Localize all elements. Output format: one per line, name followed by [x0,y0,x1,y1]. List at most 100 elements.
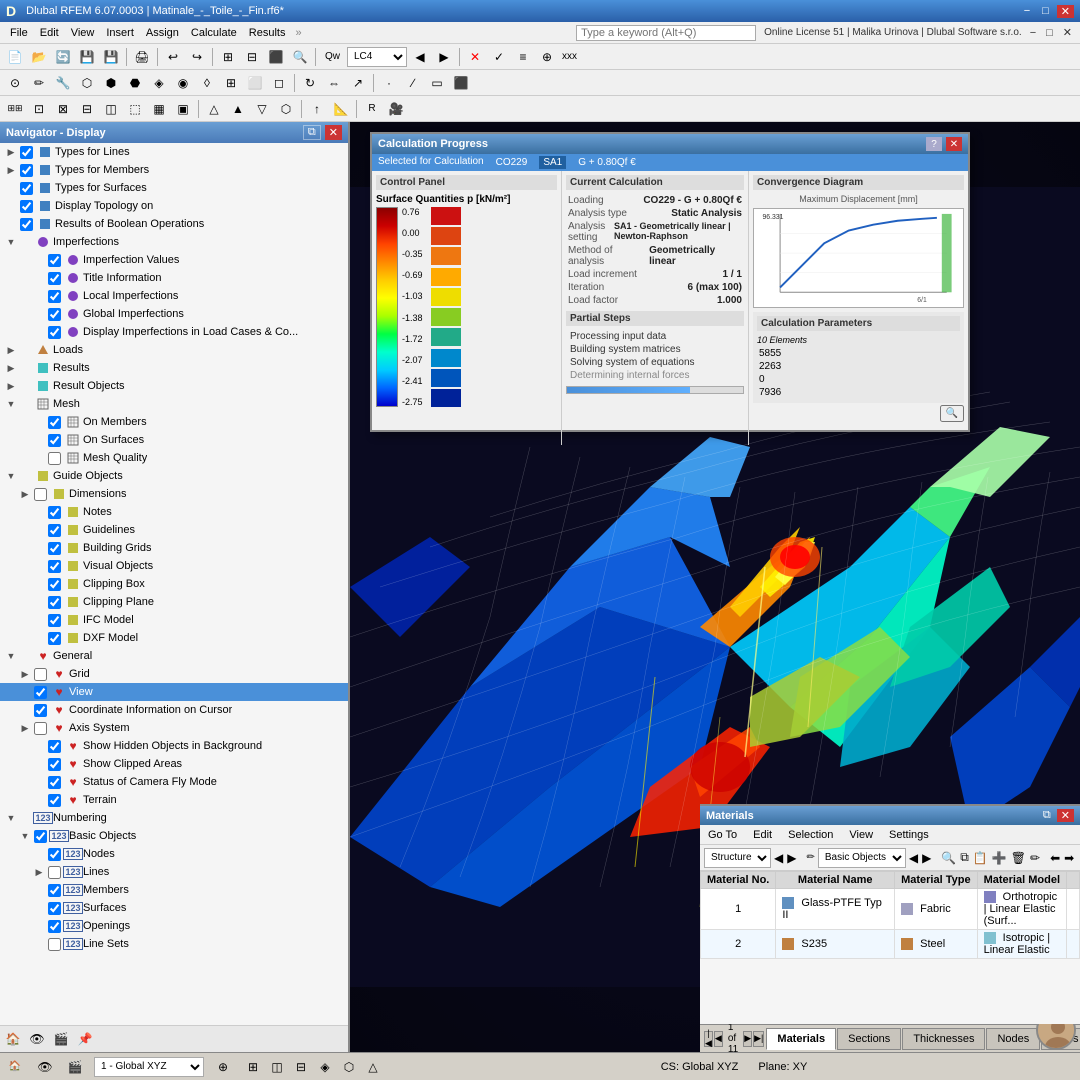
tree-checkbox-4[interactable] [20,218,33,231]
tree-toggle-3[interactable] [4,199,18,213]
tree-toggle-15[interactable] [32,415,46,429]
tree-toggle-8[interactable] [32,289,46,303]
tree-toggle-32[interactable]: ▶ [18,721,32,735]
mat-restore-btn[interactable]: ⧉ [1039,809,1055,822]
tree-checkbox-22[interactable] [48,542,61,555]
tree-toggle-10[interactable] [32,325,46,339]
tb2-4[interactable]: ⬡ [76,72,98,94]
st-btn-5[interactable]: ⬡ [338,1056,360,1078]
tb2-line[interactable]: ∕ [402,72,424,94]
mat-paste-btn[interactable]: 📋 [972,847,989,869]
tb-ext[interactable]: ⊕ [536,46,558,68]
tb3-10[interactable]: ▲ [227,98,249,120]
calc-close-btn[interactable]: ✕ [946,137,962,151]
tree-toggle-41[interactable] [32,883,46,897]
tb3-cam[interactable]: 🎥 [385,98,407,120]
tree-checkbox-1[interactable] [20,164,33,177]
mat-del-btn[interactable]: 🗑 [1010,847,1027,869]
tb3-9[interactable]: △ [203,98,225,120]
tree-toggle-1[interactable]: ▶ [4,163,18,177]
tree-item-26[interactable]: IFC Model [0,611,348,629]
tree-checkbox-23[interactable] [48,560,61,573]
tab-nav-last[interactable]: ▶| [753,1031,764,1047]
tree-item-9[interactable]: Global Imperfections [0,305,348,323]
tb-more[interactable]: ≡ [512,46,534,68]
tree-toggle-14[interactable]: ▼ [4,397,18,411]
tb3-2[interactable]: ⊡ [28,98,50,120]
tb-reload[interactable]: 🔄 [52,46,74,68]
st-btn-3[interactable]: ⊟ [290,1056,312,1078]
close-btn[interactable]: ✕ [1057,5,1074,18]
tree-toggle-29[interactable]: ▶ [18,667,32,681]
tb2-scale[interactable]: ↗ [347,72,369,94]
tree-toggle-42[interactable] [32,901,46,915]
tree-item-6[interactable]: Imperfection Values [0,251,348,269]
zoom-btn[interactable]: 🔍 [940,405,964,422]
tree-item-34[interactable]: ♥Show Clipped Areas [0,755,348,773]
structure-select[interactable]: Structure [704,848,771,868]
tree-toggle-13[interactable]: ▶ [4,379,18,393]
tree-checkbox-15[interactable] [48,416,61,429]
tb2-tools[interactable]: 🔧 [52,72,74,94]
tree-item-11[interactable]: ▶Loads [0,341,348,359]
tree-checkbox-17[interactable] [48,452,61,465]
tb-print[interactable]: 🖨 [131,46,153,68]
status-btn-2[interactable]: 👁 [34,1056,56,1078]
tree-item-7[interactable]: Title Information [0,269,348,287]
tab-materials[interactable]: Materials [766,1028,836,1050]
st-btn-4[interactable]: ◈ [314,1056,336,1078]
bo-next-btn[interactable]: ▶ [921,847,932,869]
tree-toggle-38[interactable]: ▼ [18,829,32,843]
tree-checkbox-44[interactable] [48,938,61,951]
tree-checkbox-39[interactable] [48,848,61,861]
tree-checkbox-10[interactable] [48,326,61,339]
menu-assign[interactable]: Assign [140,25,185,41]
tree-item-39[interactable]: 123Nodes [0,845,348,863]
mat-close-btn[interactable]: ✕ [1057,809,1074,822]
tree-item-27[interactable]: DXF Model [0,629,348,647]
nav-bottom-1[interactable]: 🏠 [2,1028,24,1050]
mat-copy-btn[interactable]: ⧉ [959,847,970,869]
tree-checkbox-32[interactable] [34,722,47,735]
tree-checkbox-6[interactable] [48,254,61,267]
tree-toggle-40[interactable]: ▶ [32,865,46,879]
tb2-7[interactable]: ◈ [148,72,170,94]
tree-checkbox-2[interactable] [20,182,33,195]
tb-x-mark[interactable]: ✕ [464,46,486,68]
nav-close-btn[interactable]: ✕ [325,125,342,140]
tree-item-1[interactable]: ▶Types for Members [0,161,348,179]
mat-menu-settings[interactable]: Settings [881,825,937,844]
tree-toggle-20[interactable] [32,505,46,519]
st-btn-1[interactable]: ⊞ [242,1056,264,1078]
tb-grid[interactable]: ⊟ [241,46,263,68]
coord-system-select[interactable]: 1 - Global XYZ [94,1057,204,1077]
tree-toggle-21[interactable] [32,523,46,537]
nav-restore-btn[interactable]: ⧉ [303,125,321,140]
tb3-5[interactable]: ◫ [100,98,122,120]
tree-item-16[interactable]: On Surfaces [0,431,348,449]
tree-toggle-25[interactable] [32,595,46,609]
tree-item-22[interactable]: Building Grids [0,539,348,557]
mat-edit-btn[interactable]: ✏ [1029,847,1041,869]
tree-item-37[interactable]: ▼123Numbering [0,809,348,827]
tree-item-28[interactable]: ▼♥General [0,647,348,665]
tree-toggle-12[interactable]: ▶ [4,361,18,375]
tree-toggle-37[interactable]: ▼ [4,811,18,825]
tb3-4[interactable]: ⊟ [76,98,98,120]
tree-item-33[interactable]: ♥Show Hidden Objects in Background [0,737,348,755]
tab-nodes[interactable]: Nodes [986,1028,1040,1050]
tree-item-20[interactable]: Notes [0,503,348,521]
menu-calculate[interactable]: Calculate [185,25,243,41]
tab-sections[interactable]: Sections [837,1028,901,1050]
tb2-10[interactable]: ⊞ [220,72,242,94]
tb-redo[interactable]: ↪ [186,46,208,68]
tree-item-41[interactable]: 123Members [0,881,348,899]
inner-close-btn[interactable]: ✕ [1059,26,1076,39]
tree-toggle-39[interactable] [32,847,46,861]
st-btn-2[interactable]: ◫ [266,1056,288,1078]
tree-checkbox-33[interactable] [48,740,61,753]
mat-search-btn[interactable]: 🔍 [940,847,957,869]
struct-next-btn[interactable]: ▶ [786,847,797,869]
tree-toggle-28[interactable]: ▼ [4,649,18,663]
tree-item-8[interactable]: Local Imperfections [0,287,348,305]
